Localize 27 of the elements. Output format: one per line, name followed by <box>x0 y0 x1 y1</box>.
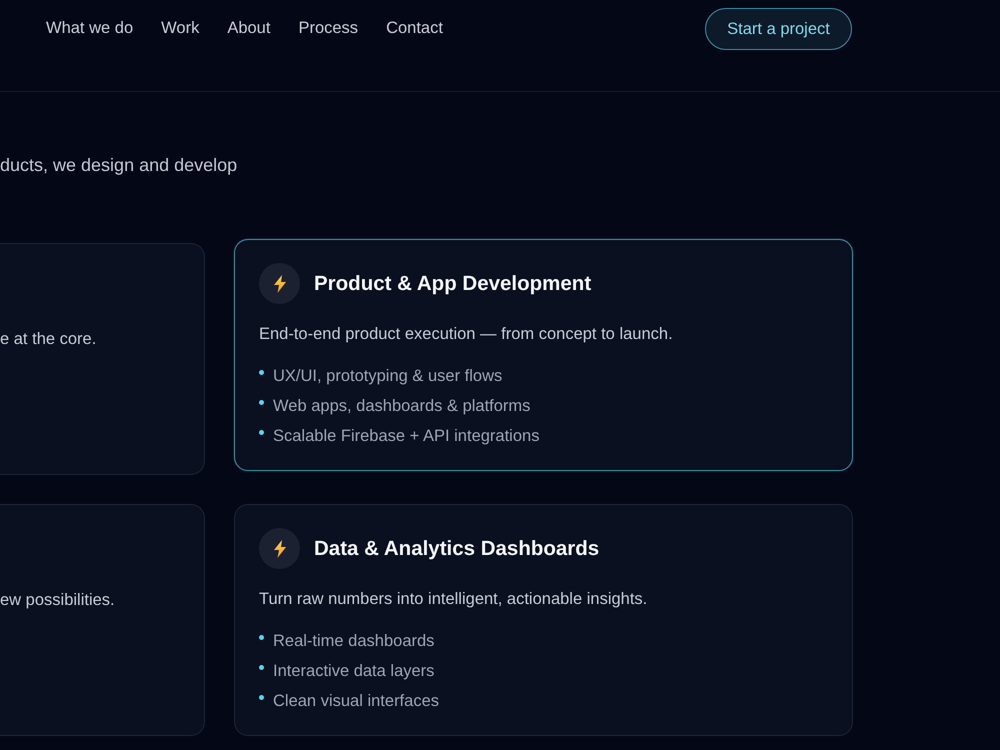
lightning-icon <box>259 263 300 304</box>
intro-text: ducts, we design and develop <box>0 154 238 177</box>
feature-text: Scalable Firebase + API integrations <box>273 426 540 447</box>
card-description: ew possibilities. <box>0 590 116 611</box>
feature-text: Clean visual interfaces <box>273 691 439 712</box>
bullet-dot-icon <box>259 665 264 670</box>
bullet-dot-icon <box>259 370 264 375</box>
bullet-dot-icon <box>259 635 264 640</box>
nav-link[interactable]: Process <box>298 19 358 38</box>
bullet-dot-icon <box>259 400 264 405</box>
card-title: Product & App Development <box>314 272 592 296</box>
feature-text: UX/UI, prototyping & user flows <box>273 366 502 387</box>
card-description: e at the core. <box>0 329 98 350</box>
card-title: Data & Analytics Dashboards <box>314 536 600 560</box>
feature-text: Web apps, dashboards & platforms <box>273 396 530 417</box>
card-description: End-to-end product execution — from concept to launch. <box>259 324 674 345</box>
start-project-button[interactable]: Start a project <box>705 8 852 50</box>
feature-text: Real-time dashboards <box>273 631 434 652</box>
feature-text: Interactive data layers <box>273 661 434 682</box>
nav-link[interactable]: Contact <box>386 19 443 38</box>
bullet-dot-icon <box>259 430 264 435</box>
bullet-dot-icon <box>259 695 264 700</box>
card-description: Turn raw numbers into intelligent, actionable insights. <box>259 589 648 610</box>
nav-link[interactable]: What we do <box>46 19 134 38</box>
nav-link[interactable]: About <box>227 19 270 38</box>
nav-link[interactable]: Work <box>161 19 200 38</box>
lightning-icon <box>259 528 300 569</box>
